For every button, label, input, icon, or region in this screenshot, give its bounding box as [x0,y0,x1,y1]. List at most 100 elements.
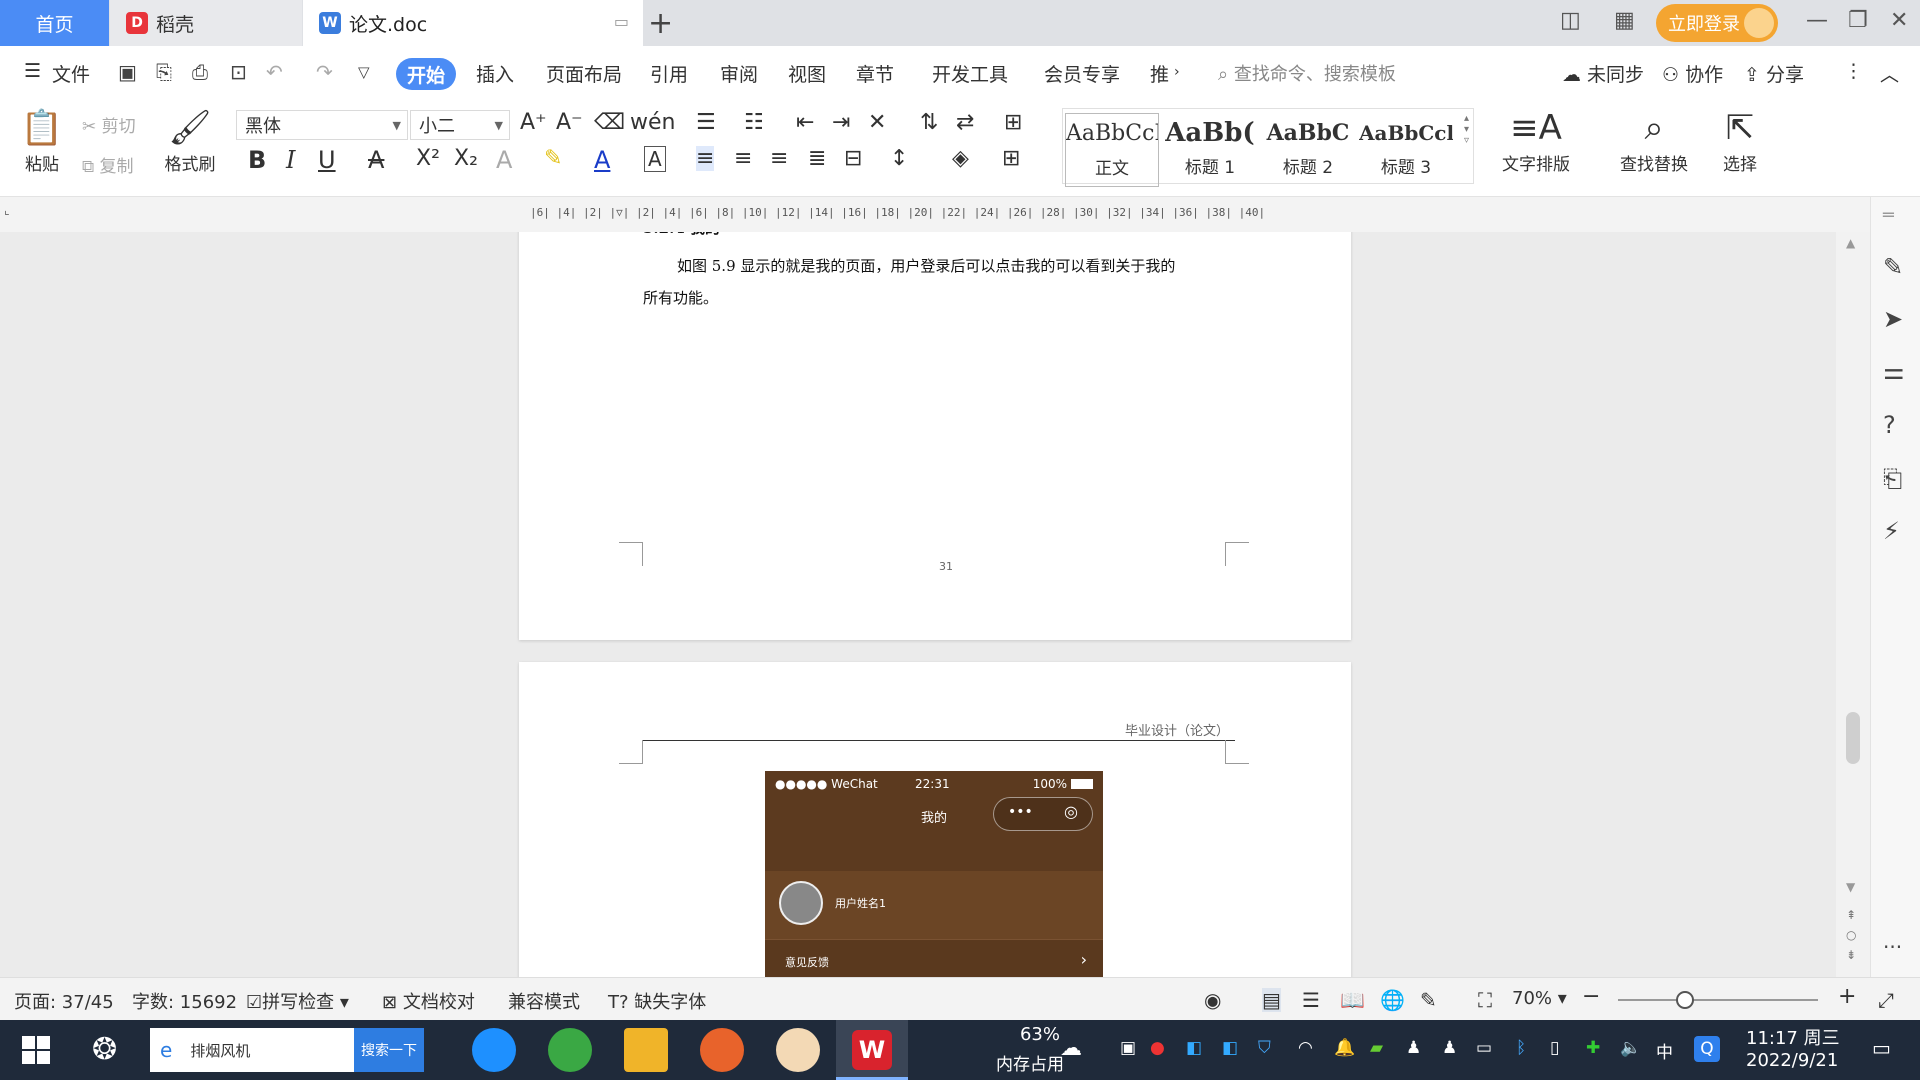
taskbar-search-button[interactable]: 搜索一下 [354,1028,424,1072]
body-paragraph-line[interactable]: 所有功能。 [643,282,718,314]
fit-page-icon[interactable]: ⛶ [1478,988,1492,1012]
export-pdf-icon[interactable]: ⎘ [156,60,172,84]
clock-time[interactable]: 11:17 周三 [1746,1024,1840,1050]
style-heading-3[interactable]: AaBbCcl 标题 3 [1359,113,1453,187]
format-painter-button[interactable]: 🖌 格式刷 [160,106,220,175]
page-indicator[interactable]: 页面: 37/45 [14,988,114,1014]
scroll-up-icon[interactable]: ▲ [1846,236,1855,250]
tray-app-icon[interactable]: ● [1150,1038,1165,1058]
help-icon[interactable]: ? [1883,411,1896,439]
tab-home[interactable]: 首页 [0,0,109,46]
find-replace-button[interactable]: ⌕ 查找替换 [1612,106,1696,175]
notification-center-icon[interactable]: ▭ [1872,1036,1891,1060]
usb-icon[interactable]: ▯ [1550,1038,1559,1058]
style-gallery-scroll-icon[interactable]: ▴ ▾ ▿ [1464,113,1469,146]
layout-toggle-icon[interactable]: ◫ [1560,8,1581,33]
pointer-icon[interactable]: ➤ [1883,305,1903,333]
menu-reference[interactable]: 引用 [650,60,688,87]
pen-icon[interactable]: ✎ [1883,253,1903,281]
cloud-sync-button[interactable]: ☁ 未同步 [1562,60,1644,87]
zoom-out-icon[interactable]: − [1582,984,1600,1009]
shrink-font-icon[interactable]: A⁻ [556,110,583,135]
select-button[interactable]: ⇱ 选择 [1712,106,1768,175]
tray-app-icon[interactable]: ▣ [1120,1038,1136,1058]
write-mode-icon[interactable]: ✎ [1420,988,1437,1012]
page-view-icon[interactable]: ▤ [1262,988,1281,1012]
spellcheck-button[interactable]: ☑拼写检查 ▾ [246,988,349,1014]
align-center-icon[interactable]: ≡ [734,146,752,171]
browser-swirl-icon[interactable]: ❂ [92,1032,117,1067]
file-explorer-icon[interactable] [624,1028,668,1072]
menu-more-truncated[interactable]: 推 [1150,60,1169,87]
menu-page-layout[interactable]: 页面布局 [546,60,622,87]
highlight-icon[interactable]: ✎ [544,146,562,171]
body-paragraph-line[interactable]: 如图 5.9 显示的就是我的页面，用户登录后可以点击我的可以看到关于我的 [677,250,1175,282]
monitor-icon[interactable]: ▭ [614,12,629,31]
volume-icon[interactable]: 🔈 [1620,1038,1641,1058]
font-name-select[interactable]: 黑体 ▼ [236,110,408,140]
tab-daoke[interactable]: D 稻壳 [110,0,302,46]
redo-icon[interactable]: ↷ [316,60,333,84]
grow-font-icon[interactable]: A⁺ [520,110,547,135]
cartoon-app-icon[interactable] [776,1028,820,1072]
taskbar-search[interactable]: e 排烟风机 搜索一下 [150,1028,424,1072]
select-browse-object-icon[interactable]: ○ [1846,928,1856,942]
eye-protection-icon[interactable]: ◉ [1204,988,1221,1012]
italic-icon[interactable]: I [286,146,295,174]
command-search[interactable]: ⌕ 查找命令、搜索模板 [1218,60,1396,86]
more-options-icon[interactable]: ⋮ [1844,60,1863,82]
ie-browser-icon[interactable] [472,1028,516,1072]
clock-date[interactable]: 2022/9/21 [1746,1050,1838,1071]
zoom-select[interactable]: 70% ▾ [1512,988,1567,1009]
missing-font-button[interactable]: T? 缺失字体 [608,988,706,1014]
justify-icon[interactable]: ≣ [808,146,826,171]
menu-file[interactable]: 文件 [52,60,90,87]
style-normal[interactable]: AaBbCcI 正文 [1065,113,1159,187]
distributed-icon[interactable]: ⊟ [844,146,862,171]
qq-icon[interactable]: ♟ [1442,1038,1457,1058]
notification-bell-icon[interactable]: 🔔 [1334,1038,1355,1058]
menu-scroll-right-icon[interactable]: › [1174,64,1180,80]
adjust-icon[interactable]: ⚌ [1883,357,1905,385]
scrollbar-thumb[interactable] [1846,712,1860,764]
save-icon[interactable]: ▣ [118,60,137,84]
tray-app-icon[interactable]: ✚ [1586,1038,1600,1058]
wps-taskbar-button[interactable]: W [836,1020,908,1080]
new-tab-button[interactable]: + [648,6,673,41]
line-spacing-icon[interactable]: ↕ [890,146,908,171]
chinese-layout-icon[interactable]: ✕ [868,110,886,135]
text-effect-icon[interactable]: A [496,146,512,174]
collab-button[interactable]: ⚇ 协作 [1662,60,1723,87]
bold-icon[interactable]: B [248,146,266,174]
borders-icon[interactable]: ⊞ [1002,146,1020,171]
text-layout-button[interactable]: ≡A 文字排版 [1494,106,1578,175]
minimize-icon[interactable]: — [1806,8,1828,33]
text-direction-icon[interactable]: ⇄ [956,110,974,135]
bluetooth-icon[interactable]: ᛒ [1516,1038,1526,1058]
subscript-icon[interactable]: X₂ [454,146,478,171]
menu-start[interactable]: 开始 [396,58,456,90]
zoom-slider-track[interactable] [1618,999,1818,1001]
outline-view-icon[interactable]: ☰ [1302,988,1320,1012]
bullet-list-icon[interactable]: ☰ [696,110,716,135]
show-marks-icon[interactable]: ⊞ [1004,110,1022,135]
menu-review[interactable]: 审阅 [720,60,758,87]
share-button[interactable]: ⇪ 分享 [1744,60,1804,87]
paste-button[interactable]: 📋 粘贴 [16,106,68,175]
login-button[interactable]: 立即登录 [1656,4,1778,42]
windows-start-icon[interactable] [22,1036,50,1064]
clear-format-icon[interactable]: ⌫ [594,110,625,135]
pane-handle-icon[interactable]: ═ [1883,205,1894,226]
menu-member[interactable]: 会员专享 [1044,60,1120,87]
word-count[interactable]: 字数: 15692 [132,988,237,1014]
apps-grid-icon[interactable]: ▦ [1614,8,1635,33]
next-page-icon[interactable]: ⇟ [1846,948,1856,962]
print-icon[interactable]: ⎙ [192,60,208,84]
style-heading-2[interactable]: AaBbC 标题 2 [1261,113,1355,187]
backup-icon[interactable]: ⎗ [1883,465,1902,493]
input-method-icon[interactable]: Q [1694,1036,1720,1062]
menu-insert[interactable]: 插入 [476,60,514,87]
fox-app-icon[interactable] [700,1028,744,1072]
scroll-down-icon[interactable]: ▼ [1846,880,1855,894]
menu-dev-tools[interactable]: 开发工具 [932,60,1008,87]
